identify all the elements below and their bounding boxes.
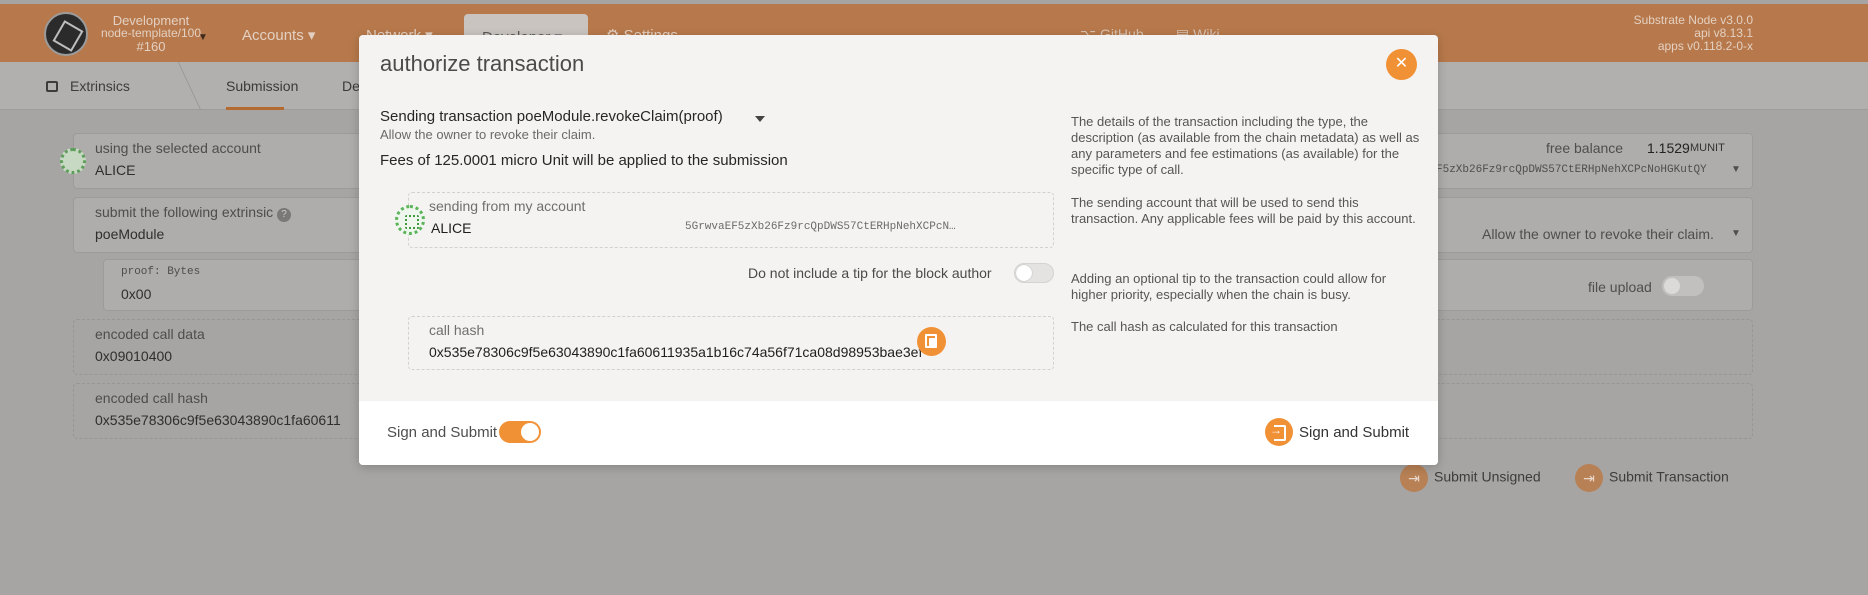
sign-and-submit-toggle[interactable] bbox=[499, 421, 541, 443]
chain-block: #160 bbox=[136, 39, 166, 54]
extrinsic-module: poeModule bbox=[95, 226, 165, 242]
call-hash-label: encoded call hash bbox=[95, 390, 208, 406]
account-label: using the selected account bbox=[95, 140, 261, 156]
modal-footer: Sign and Submit Sign and Submit bbox=[359, 401, 1438, 465]
version-info: Substrate Node v3.0.0 api v8.13.1 apps v… bbox=[1634, 14, 1753, 53]
help-hash: The call hash as calculated for this tra… bbox=[1071, 319, 1338, 334]
submit-unsigned-label: Submit Unsigned bbox=[1434, 468, 1541, 485]
call-hash-label: call hash bbox=[429, 322, 485, 338]
copy-icon[interactable] bbox=[917, 327, 946, 356]
call-data-value: 0x09010400 bbox=[95, 348, 173, 364]
call-hash-value: 0x535e78306c9f5e63043890c1fa60611 bbox=[95, 412, 341, 428]
account-address: F5zXb26Fz9rcQpDWS57CtERHpNehXCPcNoHGKutQ… bbox=[1436, 164, 1707, 176]
sign-and-submit-button-label: Sign and Submit bbox=[1299, 424, 1410, 441]
extrinsic-method-desc: Allow the owner to revoke their claim. bbox=[1482, 226, 1714, 242]
file-upload-label: file upload bbox=[1588, 279, 1652, 295]
sender-avatar bbox=[395, 205, 425, 235]
close-icon: ✕ bbox=[1394, 55, 1409, 72]
sign-and-submit-label: Sign and Submit bbox=[387, 424, 498, 441]
call-data-label: encoded call data bbox=[95, 326, 205, 342]
transaction-description: Allow the owner to revoke their claim. bbox=[380, 127, 596, 142]
chevron-down-icon: ▼ bbox=[1731, 164, 1741, 175]
sender-address: 5GrwvaEF5zXb26Fz9rcQpDWS57CtERHpNehXCPcN… bbox=[685, 221, 956, 233]
modal-title: authorize transaction bbox=[380, 51, 585, 76]
proof-value: 0x00 bbox=[121, 286, 152, 302]
nav-accounts[interactable]: Accounts ▾ bbox=[242, 26, 315, 44]
transaction-summary[interactable]: Sending transaction poeModule.revokeClai… bbox=[380, 108, 723, 125]
authorize-transaction-modal: authorize transaction ✕ Sending transact… bbox=[359, 35, 1438, 465]
close-button[interactable]: ✕ bbox=[1386, 49, 1417, 80]
substrate-logo[interactable] bbox=[44, 12, 88, 56]
free-balance-value: 1.1529 bbox=[1647, 140, 1690, 156]
tab-submission[interactable]: Submission bbox=[226, 78, 298, 94]
account-value: ALICE bbox=[95, 162, 136, 178]
chevron-down-icon[interactable] bbox=[755, 116, 765, 122]
submit-transaction-button[interactable]: ⇥ Submit Transaction bbox=[1575, 464, 1729, 492]
tab-decode[interactable]: De bbox=[342, 78, 360, 94]
sender-name: ALICE bbox=[431, 220, 472, 236]
extrinsic-label-text: submit the following extrinsic bbox=[95, 204, 274, 220]
chevron-down-icon: ▼ bbox=[198, 32, 208, 43]
submit-transaction-label: Submit Transaction bbox=[1609, 468, 1729, 485]
nav-accounts-label: Accounts bbox=[242, 27, 304, 44]
submit-unsigned-button[interactable]: ⇥ Submit Unsigned bbox=[1400, 464, 1541, 492]
active-tab-underline bbox=[226, 107, 284, 110]
tip-toggle[interactable] bbox=[1014, 263, 1054, 283]
sender-label: sending from my account bbox=[429, 198, 586, 214]
tip-toggle-label: Do not include a tip for the block autho… bbox=[748, 265, 992, 281]
fees-info: Fees of 125.0001 micro Unit will be appl… bbox=[380, 152, 788, 169]
sign-in-icon: ⇥ bbox=[1400, 464, 1428, 492]
extrinsic-label: submit the following extrinsic ? bbox=[95, 204, 292, 222]
sign-in-icon: ⇥ bbox=[1575, 464, 1603, 492]
sign-in-icon bbox=[1265, 418, 1293, 446]
sender-account-field: sending from my account ALICE 5GrwvaEF5z… bbox=[408, 192, 1054, 248]
call-hash-field: call hash 0x535e78306c9f5e63043890c1fa60… bbox=[408, 316, 1054, 370]
account-avatar bbox=[60, 148, 86, 174]
breadcrumb-separator bbox=[158, 62, 202, 110]
file-upload-toggle[interactable] bbox=[1662, 276, 1704, 296]
proof-label: proof: Bytes bbox=[121, 266, 201, 278]
help-details: The details of the transaction including… bbox=[1071, 114, 1420, 177]
extrinsics-section: Extrinsics bbox=[46, 78, 130, 94]
free-balance-unit: MUNIT bbox=[1690, 142, 1725, 154]
help-sending: The sending account that will be used to… bbox=[1071, 195, 1416, 226]
call-hash-value: 0x535e78306c9f5e63043890c1fa60611935a1b1… bbox=[429, 344, 923, 360]
version-apps: apps v0.118.2-0-x bbox=[1657, 39, 1753, 53]
chain-selector[interactable]: Development node-template/100 #160 bbox=[96, 14, 206, 53]
chevron-down-icon: ▼ bbox=[1731, 228, 1741, 239]
help-icon[interactable]: ? bbox=[277, 208, 292, 222]
extrinsics-label: Extrinsics bbox=[70, 78, 130, 94]
help-tip: Adding an optional tip to the transactio… bbox=[1071, 271, 1387, 302]
extrinsics-icon bbox=[46, 81, 58, 92]
free-balance-label: free balance bbox=[1546, 140, 1624, 156]
